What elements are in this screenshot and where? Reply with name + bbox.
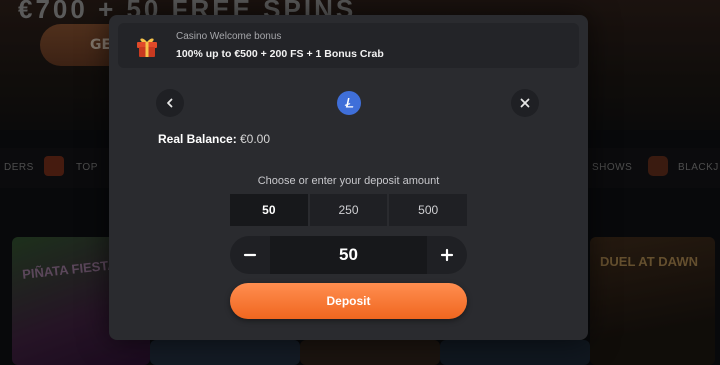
amount-stepper: 50 — [230, 236, 467, 274]
preset-amount-50[interactable]: 50 — [230, 194, 308, 226]
chevron-left-icon — [167, 98, 173, 108]
close-icon — [520, 98, 530, 108]
balance-label: Real Balance: — [158, 132, 237, 146]
deposit-button[interactable]: Deposit — [230, 283, 467, 319]
preset-amount-500[interactable]: 500 — [389, 194, 468, 226]
preset-amounts: 50 250 500 — [230, 194, 468, 226]
bonus-banner[interactable]: Casino Welcome bonus 100% up to €500 + 2… — [118, 23, 579, 68]
deposit-amount-input[interactable]: 50 — [270, 236, 427, 274]
gift-icon — [137, 38, 157, 57]
increase-button[interactable] — [427, 236, 467, 274]
preset-amount-250[interactable]: 250 — [309, 194, 388, 226]
balance-value: €0.00 — [240, 132, 271, 146]
back-button[interactable] — [156, 89, 184, 117]
decrease-button[interactable] — [230, 236, 270, 274]
bonus-description: 100% up to €500 + 200 FS + 1 Bonus Crab — [176, 48, 384, 60]
close-button[interactable] — [511, 89, 539, 117]
minus-icon — [243, 253, 257, 257]
litecoin-icon — [337, 91, 361, 115]
deposit-prompt: Choose or enter your deposit amount — [257, 175, 440, 187]
bonus-title: Casino Welcome bonus — [176, 31, 282, 42]
plus-icon — [440, 248, 454, 262]
deposit-modal: Casino Welcome bonus 100% up to €500 + 2… — [109, 15, 588, 340]
